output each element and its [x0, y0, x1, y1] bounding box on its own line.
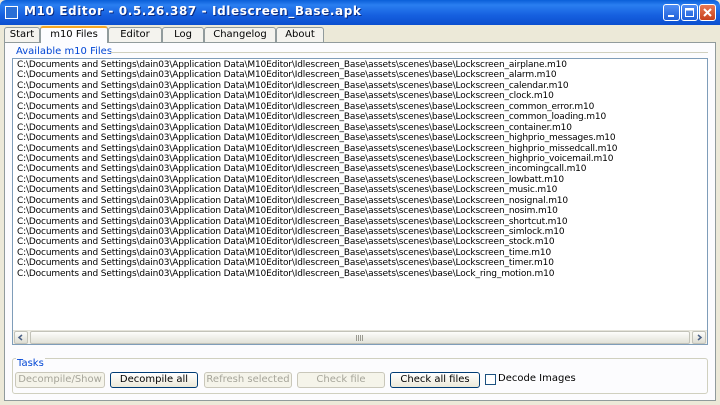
- tab-editor[interactable]: Editor: [108, 27, 162, 42]
- refresh-selected-button[interactable]: Refresh selected: [204, 372, 292, 388]
- list-item[interactable]: C:\Documents and Settings\dain03\Applica…: [13, 112, 707, 122]
- decode-images-checkbox[interactable]: [485, 374, 496, 385]
- minimize-button[interactable]: [663, 4, 680, 21]
- list-item[interactable]: C:\Documents and Settings\dain03\Applica…: [13, 196, 707, 206]
- list-item[interactable]: C:\Documents and Settings\dain03\Applica…: [13, 133, 707, 143]
- list-item[interactable]: C:\Documents and Settings\dain03\Applica…: [13, 248, 707, 258]
- list-item[interactable]: C:\Documents and Settings\dain03\Applica…: [13, 123, 707, 133]
- list-item[interactable]: C:\Documents and Settings\dain03\Applica…: [13, 258, 707, 268]
- list-item[interactable]: C:\Documents and Settings\dain03\Applica…: [13, 91, 707, 101]
- scroll-right-button[interactable]: [692, 331, 706, 344]
- thumb-grip: [362, 335, 363, 341]
- files-list: C:\Documents and Settings\dain03\Applica…: [13, 59, 707, 279]
- window-title: M10 Editor - 0.5.26.387 - Idlescreen_Bas…: [24, 4, 362, 18]
- decode-images-label[interactable]: Decode Images: [498, 373, 576, 384]
- decompile-show-button[interactable]: Decompile/Show: [15, 372, 105, 388]
- tab-log[interactable]: Log: [162, 27, 204, 42]
- horizontal-scrollbar[interactable]: [13, 330, 707, 344]
- list-item[interactable]: C:\Documents and Settings\dain03\Applica…: [13, 60, 707, 70]
- list-item[interactable]: C:\Documents and Settings\dain03\Applica…: [13, 154, 707, 164]
- files-group-label: Available m10 Files: [16, 46, 113, 57]
- tasks-group-label: Tasks: [16, 358, 45, 369]
- list-item[interactable]: C:\Documents and Settings\dain03\Applica…: [13, 102, 707, 112]
- thumb-grip: [356, 335, 357, 341]
- list-item[interactable]: C:\Documents and Settings\dain03\Applica…: [13, 217, 707, 227]
- title-bar[interactable]: M10 Editor - 0.5.26.387 - Idlescreen_Bas…: [0, 0, 720, 25]
- close-button[interactable]: [699, 4, 716, 21]
- arrow-right-icon: [697, 334, 703, 341]
- tab-start[interactable]: Start: [4, 27, 40, 42]
- minimize-icon: [668, 15, 674, 17]
- tab-changelog[interactable]: Changelog: [204, 27, 276, 42]
- list-item[interactable]: C:\Documents and Settings\dain03\Applica…: [13, 185, 707, 195]
- scroll-thumb[interactable]: [30, 331, 690, 344]
- files-listbox[interactable]: C:\Documents and Settings\dain03\Applica…: [12, 58, 708, 345]
- tab-strip: Start m10 Files Editor Log Changelog Abo…: [4, 26, 716, 43]
- app-window: M10 Editor - 0.5.26.387 - Idlescreen_Bas…: [0, 0, 720, 405]
- thumb-grip: [360, 335, 361, 341]
- tab-about[interactable]: About: [276, 27, 324, 42]
- list-item[interactable]: C:\Documents and Settings\dain03\Applica…: [13, 144, 707, 154]
- files-group-border: [110, 52, 708, 53]
- list-item[interactable]: C:\Documents and Settings\dain03\Applica…: [13, 206, 707, 216]
- check-all-files-button[interactable]: Check all files: [390, 372, 480, 388]
- maximize-button[interactable]: [681, 4, 698, 21]
- decompile-all-button[interactable]: Decompile all: [110, 372, 198, 388]
- check-file-button[interactable]: Check file: [297, 372, 385, 388]
- close-icon: [703, 8, 712, 17]
- thumb-grip: [358, 335, 359, 341]
- list-item[interactable]: C:\Documents and Settings\dain03\Applica…: [13, 237, 707, 247]
- maximize-icon: [685, 8, 694, 17]
- tab-m10-files[interactable]: m10 Files: [40, 26, 108, 43]
- scroll-left-button[interactable]: [14, 331, 28, 344]
- list-item[interactable]: C:\Documents and Settings\dain03\Applica…: [13, 227, 707, 237]
- app-icon: [5, 6, 18, 19]
- list-item[interactable]: C:\Documents and Settings\dain03\Applica…: [13, 175, 707, 185]
- arrow-left-icon: [17, 334, 23, 341]
- list-item[interactable]: C:\Documents and Settings\dain03\Applica…: [13, 269, 707, 279]
- list-item[interactable]: C:\Documents and Settings\dain03\Applica…: [13, 164, 707, 174]
- list-item[interactable]: C:\Documents and Settings\dain03\Applica…: [13, 70, 707, 80]
- list-item[interactable]: C:\Documents and Settings\dain03\Applica…: [13, 81, 707, 91]
